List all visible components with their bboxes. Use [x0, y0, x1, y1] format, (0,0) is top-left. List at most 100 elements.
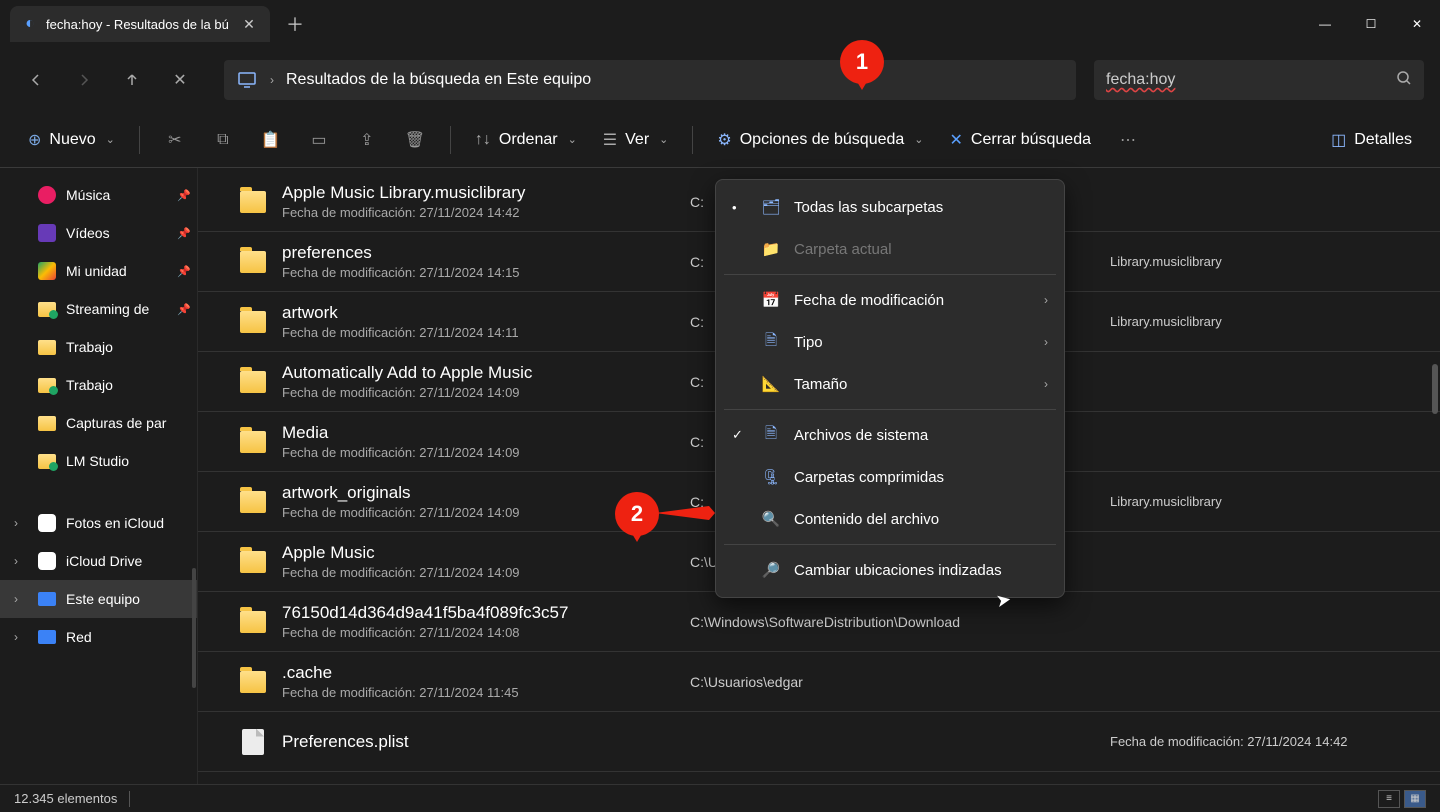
index-icon: 🔎 — [762, 561, 780, 579]
sidebar-item[interactable]: Trabajo — [0, 328, 197, 366]
menu-type[interactable]: 🗎 Tipo › — [716, 321, 1064, 363]
sort-icon: ↑↓ — [475, 131, 491, 149]
list-view-button[interactable]: ≡ — [1378, 790, 1400, 808]
sidebar-item[interactable]: Capturas de par — [0, 404, 197, 442]
details-pane-button[interactable]: ◫ Detalles — [1321, 120, 1422, 160]
sidebar-item[interactable]: ›Red — [0, 618, 197, 656]
separator — [692, 126, 693, 154]
trash-icon: 🗑 — [405, 130, 425, 150]
sidebar-item[interactable]: › Fotos en iCloud — [0, 504, 197, 542]
tab-title: fecha:hoy - Resultados de la bú — [46, 17, 232, 32]
menu-date-modified[interactable]: 📅 Fecha de modificación › — [716, 279, 1064, 321]
sidebar-item[interactable]: Música📌 — [0, 176, 197, 214]
close-window-button[interactable]: ✕ — [1394, 5, 1440, 43]
menu-current-folder[interactable]: 📁 Carpeta actual — [716, 228, 1064, 270]
check-icon: ✓ — [732, 427, 748, 443]
chevron-down-icon: ⌄ — [106, 133, 115, 146]
menu-label: Fecha de modificación — [794, 292, 1030, 309]
result-date: Fecha de modificación: 27/11/2024 14:15 — [282, 265, 682, 280]
refresh-cancel-button[interactable]: ✕ — [160, 60, 200, 100]
chevron-right-icon[interactable]: › — [14, 554, 28, 568]
result-meta: Fecha de modificación: 27/11/2024 14:42 — [1110, 734, 1410, 749]
address-bar[interactable]: › Resultados de la búsqueda en Este equi… — [224, 60, 1076, 100]
forward-button[interactable] — [64, 60, 104, 100]
menu-system-files[interactable]: ✓ 🗎 Archivos de sistema — [716, 414, 1064, 456]
result-meta: Library.musiclibrary — [1110, 494, 1410, 509]
new-tab-button[interactable]: ＋ — [278, 7, 312, 41]
sidebar-item[interactable]: Vídeos📌 — [0, 214, 197, 252]
navigation-bar: ✕ › Resultados de la búsqueda en Este eq… — [0, 48, 1440, 112]
chevron-right-icon[interactable]: › — [14, 516, 28, 530]
close-tab-button[interactable]: ✕ — [240, 15, 258, 33]
share-button[interactable]: ⇪ — [346, 120, 388, 160]
search-options-button[interactable]: ⚙ Opciones de búsqueda ⌄ — [707, 120, 933, 160]
back-button[interactable] — [16, 60, 56, 100]
folder-icon — [240, 251, 266, 273]
view-button[interactable]: ☰ Ver ⌄ — [593, 120, 679, 160]
details-pane-icon: ◫ — [1331, 130, 1346, 150]
result-name: 76150d14d364d9a41f5ba4f089fc3c57 — [282, 603, 682, 623]
sidebar-item[interactable]: Trabajo — [0, 366, 197, 404]
result-date: Fecha de modificación: 27/11/2024 14:11 — [282, 325, 682, 340]
annotation-marker-1: 1 — [840, 40, 884, 84]
share-icon: ⇪ — [360, 130, 373, 150]
sidebar-item-label: Este equipo — [66, 591, 191, 607]
folder-g-icon — [38, 452, 56, 470]
up-button[interactable] — [112, 60, 152, 100]
sort-button[interactable]: ↑↓ Ordenar ⌄ — [465, 120, 587, 160]
sidebar-item-label: Vídeos — [66, 225, 167, 241]
pin-icon: 📌 — [177, 303, 191, 316]
monitor-icon — [236, 69, 258, 91]
menu-compressed-folders[interactable]: 🗜 Carpetas comprimidas — [716, 456, 1064, 498]
paste-button[interactable]: 📋 — [250, 120, 292, 160]
sidebar-item[interactable]: ›iCloud Drive — [0, 542, 197, 580]
results-scrollbar[interactable] — [1432, 364, 1438, 414]
result-name: Apple Music Library.musiclibrary — [282, 183, 682, 203]
maximize-button[interactable]: ☐ — [1348, 5, 1394, 43]
sidebar-item-label: LM Studio — [66, 453, 191, 469]
result-row[interactable]: .cacheFecha de modificación: 27/11/2024 … — [198, 652, 1440, 712]
minimize-button[interactable]: — — [1302, 5, 1348, 43]
copy-button[interactable]: ⧉ — [202, 120, 244, 160]
sidebar-item[interactable]: › Este equipo — [0, 580, 197, 618]
chevron-right-icon[interactable]: › — [14, 630, 28, 644]
sidebar-scrollbar[interactable] — [192, 568, 196, 688]
drive-icon — [38, 262, 56, 280]
menu-change-indexed[interactable]: 🔎 Cambiar ubicaciones indizadas — [716, 549, 1064, 591]
sidebar-item[interactable]: Streaming de📌 — [0, 290, 197, 328]
address-text: Resultados de la búsqueda en Este equipo — [286, 71, 591, 89]
details-view-button[interactable]: ▦ — [1404, 790, 1426, 808]
menu-size[interactable]: 📐 Tamaño › — [716, 363, 1064, 405]
menu-label: Todas las subcarpetas — [794, 199, 1048, 216]
more-button[interactable]: ⋯ — [1107, 120, 1149, 160]
cut-button[interactable]: ✂ — [154, 120, 196, 160]
chevron-right-icon: › — [1044, 293, 1048, 307]
copy-icon: ⧉ — [217, 131, 228, 149]
sidebar-item-label: Fotos en iCloud — [66, 515, 191, 531]
sidebar-item-label: Trabajo — [66, 339, 191, 355]
sidebar-item[interactable]: Mi unidad📌 — [0, 252, 197, 290]
rename-button[interactable]: ▭ — [298, 120, 340, 160]
result-date: Fecha de modificación: 27/11/2024 14:09 — [282, 565, 682, 580]
new-button[interactable]: ⊕ Nuevo ⌄ — [18, 120, 125, 160]
result-name: Apple Music — [282, 543, 682, 563]
result-row[interactable]: Preferences.plist Fecha de modificación:… — [198, 712, 1440, 772]
close-search-button[interactable]: ✕ Cerrar búsqueda — [940, 120, 1101, 160]
result-name: Preferences.plist — [282, 732, 682, 752]
menu-file-contents[interactable]: 🔍 Contenido del archivo — [716, 498, 1064, 540]
folder-icon — [240, 611, 266, 633]
result-name: .cache — [282, 663, 682, 683]
result-row[interactable]: 76150d14d364d9a41f5ba4f089fc3c57 Fecha de… — [198, 592, 1440, 652]
content-icon: 🔍 — [762, 510, 780, 528]
sidebar-item[interactable]: LM Studio — [0, 442, 197, 480]
search-input[interactable]: fecha:hoy — [1094, 60, 1424, 100]
result-name: artwork — [282, 303, 682, 323]
delete-button[interactable]: 🗑 — [394, 120, 436, 160]
menu-all-subfolders[interactable]: • 🗂 Todas las subcarpetas — [716, 186, 1064, 228]
result-date: Fecha de modificación: 27/11/2024 14:08 — [282, 625, 682, 640]
window-tab[interactable]: ◐ fecha:hoy - Resultados de la bú ✕ — [10, 6, 270, 42]
folder-g-icon — [38, 300, 56, 318]
chevron-right-icon[interactable]: › — [14, 592, 28, 606]
menu-label: Carpeta actual — [794, 241, 1048, 258]
result-date: Fecha de modificación: 27/11/2024 14:09 — [282, 385, 682, 400]
